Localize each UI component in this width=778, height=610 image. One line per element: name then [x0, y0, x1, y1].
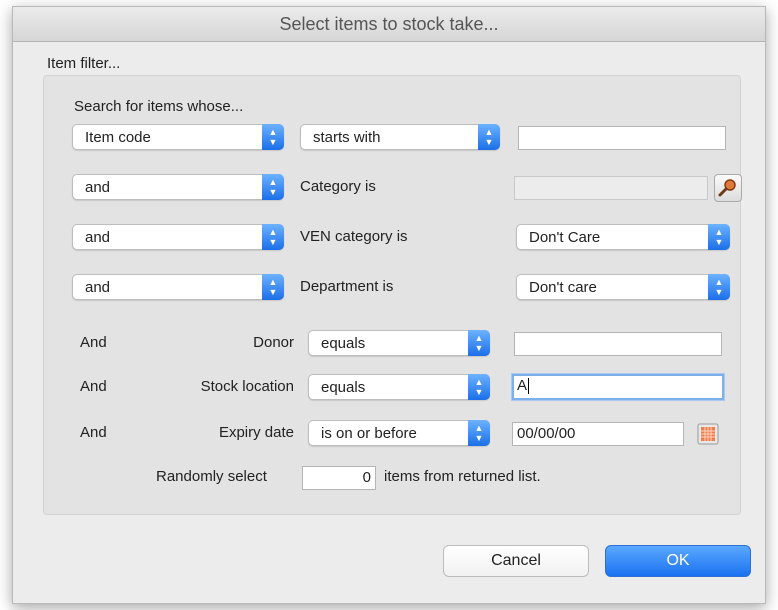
field-select-value: Item code — [85, 129, 151, 146]
ven-category-select[interactable]: Don't Care ▲ ▼ — [516, 224, 730, 250]
donor-operator-value: equals — [321, 335, 366, 352]
category-field — [514, 176, 708, 200]
magnifier-icon — [718, 179, 736, 197]
calendar-icon — [697, 423, 719, 445]
updown-arrow-icon: ▲ ▼ — [468, 330, 490, 356]
category-conj-value: and — [85, 179, 111, 196]
category-label: Category is — [300, 178, 376, 195]
random-count-input[interactable]: 0 — [302, 466, 376, 490]
updown-arrow-icon: ▲ ▼ — [262, 124, 284, 150]
department-conj-select[interactable]: and ▲ ▼ — [72, 274, 284, 300]
ven-category-label: VEN category is — [300, 228, 408, 245]
field-select[interactable]: Item code ▲ ▼ — [72, 124, 284, 150]
stock-location-input[interactable]: A — [512, 374, 724, 400]
department-conj-value: and — [85, 279, 111, 296]
department-value: Don't care — [529, 279, 597, 296]
location-operator-select[interactable]: equals ▲ ▼ — [308, 374, 490, 400]
operator-select[interactable]: starts with ▲ ▼ — [300, 124, 500, 150]
location-conj-label: And — [80, 378, 107, 395]
expiry-operator-value: is on or before — [321, 425, 417, 442]
search-label: Search for items whose... — [74, 98, 244, 115]
donor-label: Donor — [253, 334, 294, 351]
donor-operator-select[interactable]: equals ▲ ▼ — [308, 330, 490, 356]
updown-arrow-icon: ▲ ▼ — [468, 374, 490, 400]
category-lookup-button[interactable] — [714, 174, 742, 202]
updown-arrow-icon: ▲ ▼ — [708, 274, 730, 300]
stock-take-dialog: Select items to stock take... Item filte… — [12, 6, 766, 604]
department-label: Department is — [300, 278, 394, 295]
text-caret — [528, 378, 530, 395]
department-select[interactable]: Don't care ▲ ▼ — [516, 274, 730, 300]
updown-arrow-icon: ▲ ▼ — [468, 420, 490, 446]
updown-arrow-icon: ▲ ▼ — [262, 274, 284, 300]
expiry-operator-select[interactable]: is on or before ▲ ▼ — [308, 420, 490, 446]
cancel-button[interactable]: Cancel — [443, 545, 589, 577]
expiry-date-label: Expiry date — [218, 424, 294, 441]
stock-location-value: A — [517, 377, 528, 394]
random-select-label: Randomly select — [156, 468, 267, 485]
ven-conj-value: and — [85, 229, 111, 246]
item-code-input[interactable] — [518, 126, 726, 150]
donor-input[interactable] — [514, 332, 722, 356]
random-suffix-label: items from returned list. — [384, 468, 541, 485]
updown-arrow-icon: ▲ ▼ — [478, 124, 500, 150]
item-filter-group: Search for items whose... Item code ▲ ▼ s… — [43, 75, 742, 515]
category-conj-select[interactable]: and ▲ ▼ — [72, 174, 284, 200]
expiry-conj-label: And — [80, 424, 107, 441]
stock-location-label: Stock location — [200, 378, 294, 395]
ven-conj-select[interactable]: and ▲ ▼ — [72, 224, 284, 250]
updown-arrow-icon: ▲ ▼ — [262, 174, 284, 200]
expiry-date-input[interactable]: 00/00/00 — [512, 422, 684, 446]
updown-arrow-icon: ▲ ▼ — [262, 224, 284, 250]
location-operator-value: equals — [321, 379, 366, 396]
updown-arrow-icon: ▲ ▼ — [708, 224, 730, 250]
operator-select-value: starts with — [313, 129, 381, 146]
donor-conj-label: And — [80, 334, 107, 351]
window-title: Select items to stock take... — [13, 7, 765, 42]
calendar-button[interactable] — [694, 420, 722, 448]
ok-button[interactable]: OK — [605, 545, 751, 577]
item-filter-label: Item filter... — [47, 55, 121, 72]
ven-category-value: Don't Care — [529, 229, 601, 246]
